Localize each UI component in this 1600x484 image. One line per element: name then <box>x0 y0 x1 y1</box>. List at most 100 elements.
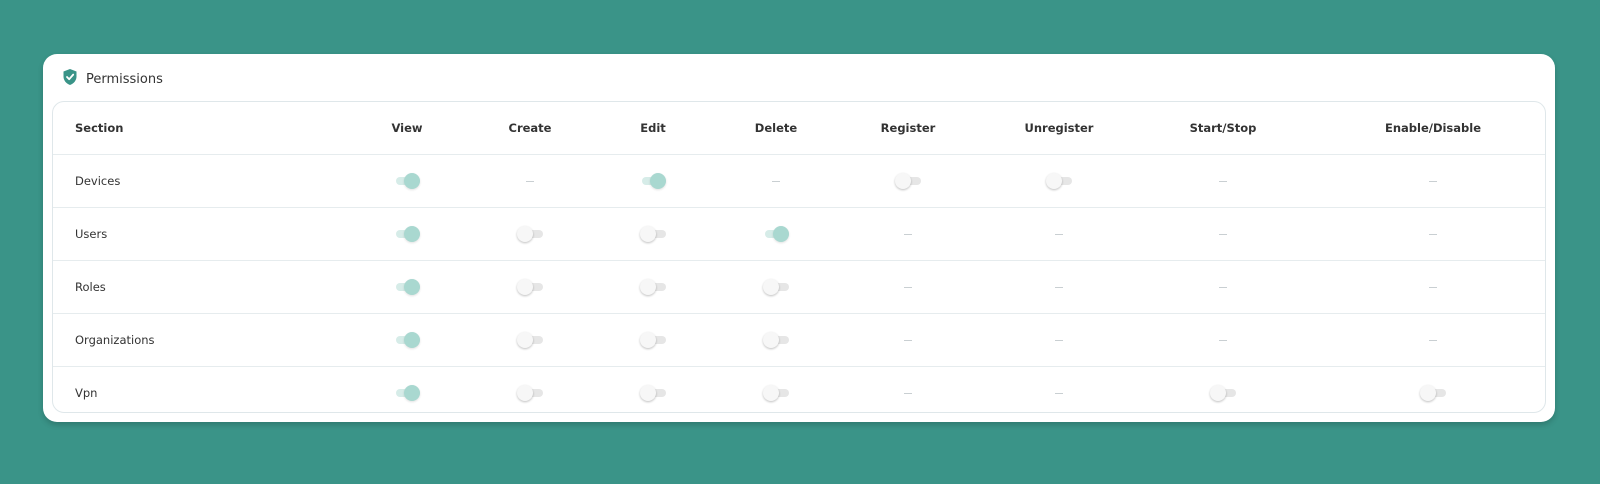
shield-check-icon <box>62 68 78 90</box>
permission-cell <box>991 313 1127 367</box>
table-row: Vpn <box>53 367 1545 413</box>
toggle-delete[interactable] <box>763 385 789 401</box>
app-background: Permissions Section View Create Edit Delete R… <box>0 0 1600 484</box>
not-applicable-dash <box>1429 234 1437 235</box>
toggle-thumb <box>773 226 789 242</box>
permission-cell <box>1319 313 1545 367</box>
toggle-create[interactable] <box>517 279 543 295</box>
permission-cell <box>333 367 481 413</box>
toggle-create[interactable] <box>517 226 543 242</box>
section-label: Roles <box>53 260 333 314</box>
toggle-register[interactable] <box>895 173 921 189</box>
not-applicable-dash <box>1219 234 1227 235</box>
permission-cell <box>579 154 727 208</box>
toggle-thumb <box>517 279 533 295</box>
not-applicable-dash <box>904 393 912 394</box>
table-body: Devices Users Roles Organizations Vpn <box>53 154 1545 413</box>
not-applicable-dash <box>1429 287 1437 288</box>
toggle-thumb <box>763 332 779 348</box>
toggle-thumb <box>404 332 420 348</box>
toggle-unregister[interactable] <box>1046 173 1072 189</box>
toggle-view[interactable] <box>394 226 420 242</box>
toggle-edit[interactable] <box>640 279 666 295</box>
not-applicable-dash <box>1055 287 1063 288</box>
toggle-start-stop[interactable] <box>1210 385 1236 401</box>
not-applicable-dash <box>904 340 912 341</box>
toggle-delete[interactable] <box>763 332 789 348</box>
not-applicable-dash <box>1055 340 1063 341</box>
toggle-create[interactable] <box>517 385 543 401</box>
toggle-thumb <box>640 385 656 401</box>
column-header-register: Register <box>825 102 991 155</box>
permission-cell <box>481 313 579 367</box>
toggle-thumb <box>763 385 779 401</box>
permission-cell <box>333 154 481 208</box>
permission-cell <box>579 367 727 413</box>
permission-cell <box>825 260 991 314</box>
permissions-card: Permissions Section View Create Edit Delete R… <box>43 54 1555 422</box>
column-header-edit: Edit <box>579 102 727 155</box>
permission-cell <box>991 260 1127 314</box>
permission-cell <box>991 154 1127 208</box>
permission-cell <box>1127 367 1319 413</box>
column-header-unregister: Unregister <box>991 102 1127 155</box>
table-row: Organizations <box>53 313 1545 367</box>
permission-cell <box>1127 207 1319 261</box>
permission-cell <box>991 367 1127 413</box>
not-applicable-dash <box>904 234 912 235</box>
toggle-create[interactable] <box>517 332 543 348</box>
not-applicable-dash <box>526 181 534 182</box>
column-header-enable-disable: Enable/Disable <box>1319 102 1545 155</box>
permission-cell <box>481 367 579 413</box>
column-header-create: Create <box>481 102 579 155</box>
column-header-view: View <box>333 102 481 155</box>
toggle-thumb <box>404 173 420 189</box>
toggle-view[interactable] <box>394 385 420 401</box>
not-applicable-dash <box>1219 287 1227 288</box>
toggle-delete[interactable] <box>763 279 789 295</box>
permission-cell <box>481 207 579 261</box>
not-applicable-dash <box>1219 340 1227 341</box>
permission-cell <box>1127 313 1319 367</box>
permission-cell <box>825 313 991 367</box>
permission-cell <box>825 367 991 413</box>
section-label: Users <box>53 207 333 261</box>
table-row: Devices <box>53 154 1545 208</box>
permission-cell <box>333 207 481 261</box>
section-label: Devices <box>53 154 333 208</box>
toggle-thumb <box>517 385 533 401</box>
toggle-thumb <box>895 173 911 189</box>
column-header-start-stop: Start/Stop <box>1127 102 1319 155</box>
permission-cell <box>579 260 727 314</box>
permission-cell <box>825 154 991 208</box>
permission-cell <box>727 367 825 413</box>
column-header-section: Section <box>53 102 333 155</box>
toggle-view[interactable] <box>394 173 420 189</box>
permission-cell <box>1319 154 1545 208</box>
permission-cell <box>1127 154 1319 208</box>
toggle-delete[interactable] <box>763 226 789 242</box>
permissions-table-container: Section View Create Edit Delete Register Unreg… <box>52 101 1546 413</box>
permission-cell <box>727 207 825 261</box>
permission-cell <box>579 313 727 367</box>
toggle-thumb <box>640 332 656 348</box>
not-applicable-dash <box>1055 393 1063 394</box>
permission-cell <box>481 154 579 208</box>
card-header: Permissions <box>62 67 163 91</box>
not-applicable-dash <box>1055 234 1063 235</box>
toggle-view[interactable] <box>394 279 420 295</box>
table-row: Roles <box>53 260 1545 314</box>
permission-cell <box>727 154 825 208</box>
toggle-edit[interactable] <box>640 385 666 401</box>
not-applicable-dash <box>772 181 780 182</box>
toggle-view[interactable] <box>394 332 420 348</box>
toggle-edit[interactable] <box>640 332 666 348</box>
toggle-enable-disable[interactable] <box>1420 385 1446 401</box>
table-row: Users <box>53 207 1545 261</box>
toggle-thumb <box>404 385 420 401</box>
permission-cell <box>333 313 481 367</box>
permission-cell <box>1319 207 1545 261</box>
permission-cell <box>333 260 481 314</box>
toggle-edit[interactable] <box>640 173 666 189</box>
toggle-edit[interactable] <box>640 226 666 242</box>
